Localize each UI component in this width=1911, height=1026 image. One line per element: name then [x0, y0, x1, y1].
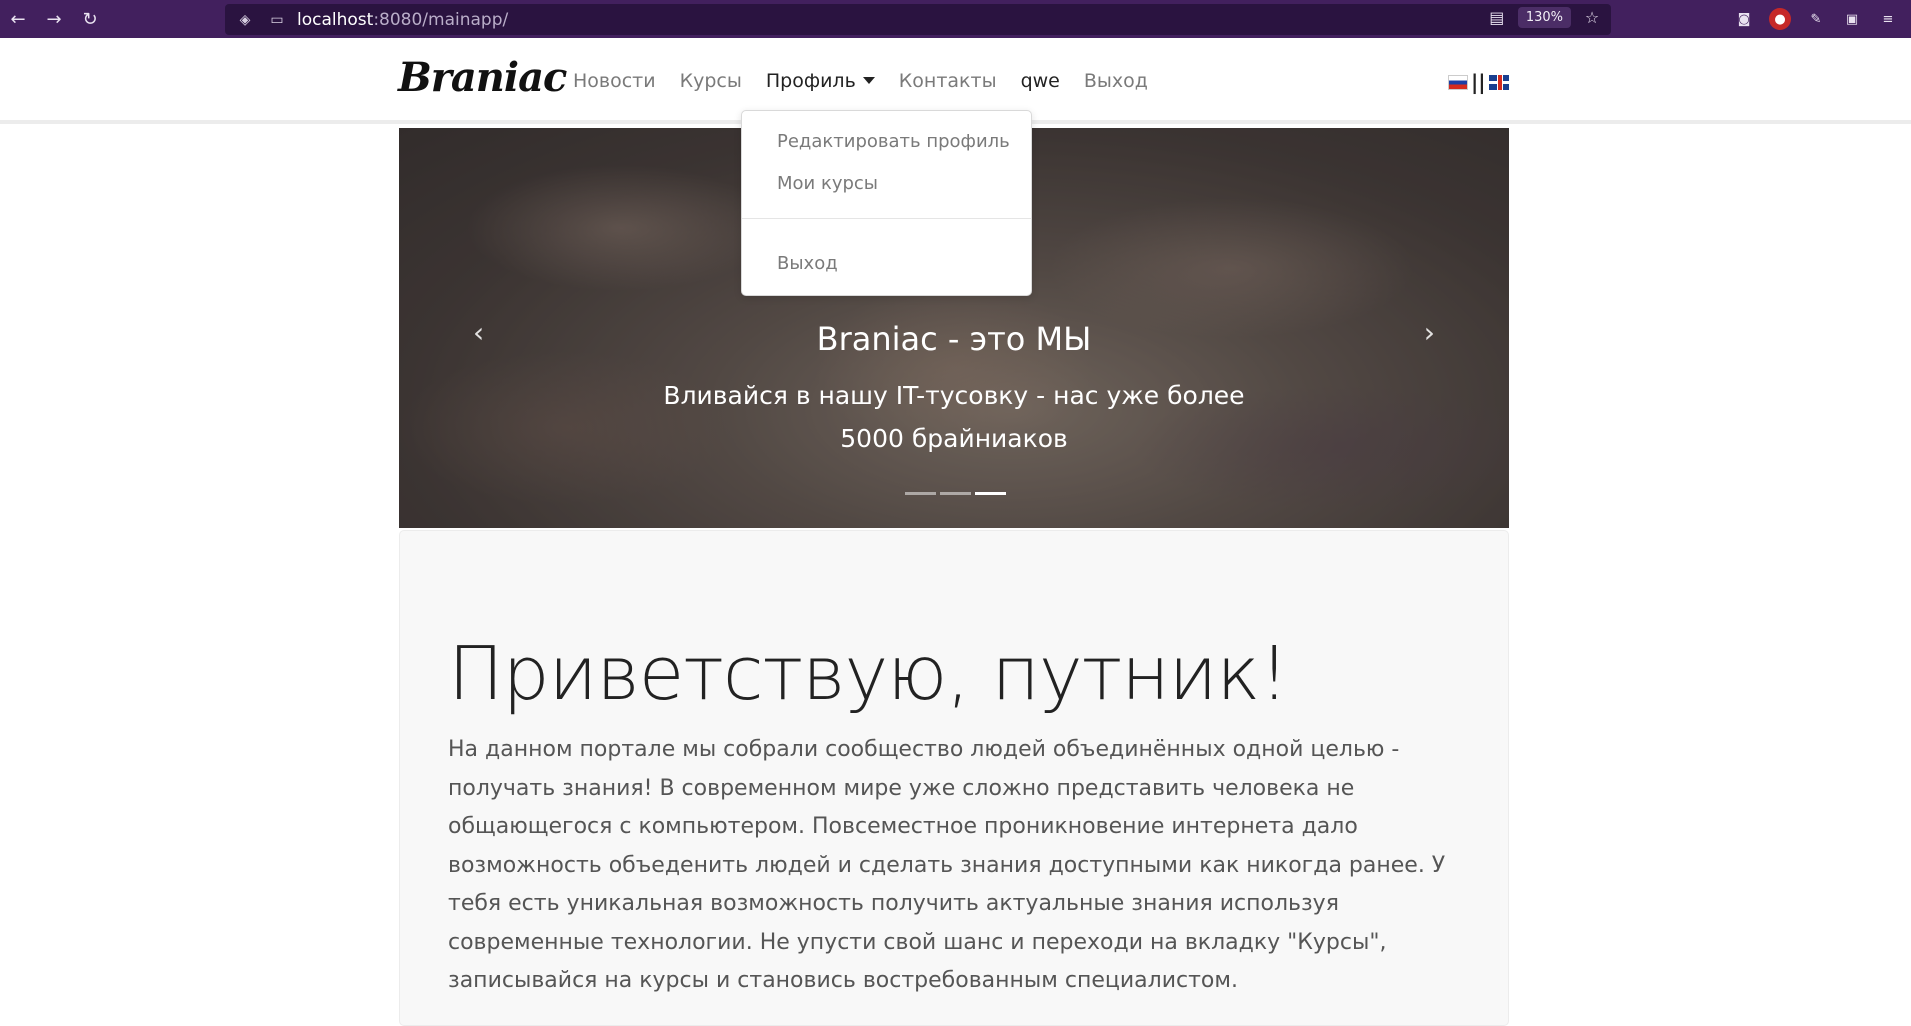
caret-down-icon	[862, 77, 875, 84]
menu-icon[interactable]: ≡	[1877, 8, 1899, 30]
language-switcher: ||	[1448, 70, 1509, 94]
nav-link-profile[interactable]: Профиль	[766, 70, 875, 92]
dropdown-item-my-courses[interactable]: Мои курсы	[777, 173, 878, 194]
carousel-indicator-active[interactable]	[974, 492, 1006, 495]
nav-link-logout[interactable]: Выход	[1084, 70, 1148, 92]
dropdown-item-logout[interactable]: Выход	[777, 253, 838, 274]
url-host: localhost	[297, 9, 374, 30]
carousel-indicators	[399, 492, 1509, 495]
language-separator: ||	[1471, 70, 1486, 94]
container-icon[interactable]: ▣	[1841, 8, 1863, 30]
reload-icon[interactable]: ↻	[72, 0, 108, 38]
extensions-area: ◙ ● ✎ ▣ ≡	[1733, 0, 1911, 38]
back-icon[interactable]: ←	[0, 0, 36, 38]
browser-toolbar: ← → ↻ ◈ ▭ localhost:8080/mainapp/ ▤ 130%…	[0, 0, 1911, 38]
carousel-caption: Braniac - это МЫ Вливайся в нашу IT-тусо…	[399, 320, 1509, 460]
russian-flag-icon[interactable]	[1448, 74, 1468, 90]
zoom-level-badge[interactable]: 130%	[1517, 7, 1571, 28]
dropdown-item-edit-profile[interactable]: Редактировать профиль	[777, 131, 1010, 152]
dropdown-divider	[742, 218, 1031, 219]
nav-links: Новости Курсы Профиль Контакты qwe Выход	[573, 70, 1172, 92]
nav-link-news[interactable]: Новости	[573, 70, 656, 92]
welcome-text: На данном портале мы собрали сообщество …	[448, 737, 1446, 993]
extension-icon[interactable]: ✎	[1805, 8, 1827, 30]
ublock-icon[interactable]: ●	[1769, 8, 1791, 30]
profile-dropdown-menu: Редактировать профиль Мои курсы Выход	[741, 110, 1032, 296]
bookmark-star-icon[interactable]: ☆	[1581, 8, 1603, 27]
welcome-heading: Приветствую, путник!	[448, 631, 1289, 717]
page-icon: ▭	[270, 11, 284, 28]
nav-link-username[interactable]: qwe	[1021, 70, 1060, 92]
forward-icon[interactable]: →	[36, 0, 72, 38]
reader-view-icon[interactable]: ▤	[1486, 8, 1508, 27]
nav-link-courses[interactable]: Курсы	[680, 70, 742, 92]
carousel-indicator[interactable]	[904, 492, 936, 495]
pocket-icon[interactable]: ◙	[1733, 8, 1755, 30]
welcome-jumbotron: Приветствую, путник! На данном портале м…	[399, 530, 1509, 1026]
nav-link-contacts[interactable]: Контакты	[899, 70, 997, 92]
carousel-text: Вливайся в нашу IT-тусовку - нас уже бол…	[663, 381, 1245, 453]
carousel-indicator[interactable]	[939, 492, 971, 495]
nav-link-profile-label: Профиль	[765, 70, 856, 92]
carousel-title: Braniac - это МЫ	[816, 320, 1092, 358]
shield-icon[interactable]: ◈	[233, 8, 257, 32]
url-path: :8080/mainapp/	[373, 9, 509, 30]
brand-logo[interactable]: Braniac	[398, 54, 567, 101]
address-bar[interactable]: ◈ ▭ localhost:8080/mainapp/ ▤ 130% ☆	[225, 4, 1611, 35]
uk-flag-icon[interactable]	[1488, 74, 1509, 90]
